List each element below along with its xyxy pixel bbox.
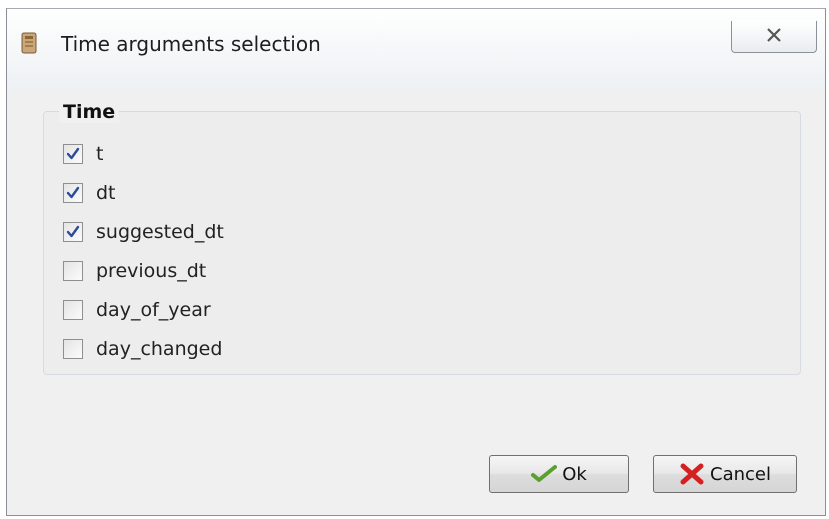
checkbox-unchecked[interactable] [63, 339, 83, 359]
group-title: Time [59, 101, 120, 123]
window-title: Time arguments selection [61, 32, 321, 56]
checkbox-checked[interactable] [63, 183, 83, 203]
checkbox-unchecked[interactable] [63, 300, 83, 320]
close-icon [765, 27, 783, 47]
cancel-button[interactable]: Cancel [653, 455, 797, 493]
time-arguments-dialog: Time arguments selection Time t dt suggest… [6, 8, 826, 516]
checkbox-label: day_changed [96, 338, 223, 360]
checkbox-row-suggested-dt[interactable]: suggested_dt [63, 219, 224, 245]
checkbox-label: t [96, 143, 104, 165]
checkbox-label: dt [96, 182, 116, 204]
checkbox-checked[interactable] [63, 222, 83, 242]
check-icon [66, 147, 80, 160]
checkbox-checked[interactable] [63, 144, 83, 164]
check-icon [66, 186, 80, 199]
checkbox-row-dt[interactable]: dt [63, 180, 116, 206]
title-bar[interactable]: Time arguments selection [7, 9, 825, 89]
app-icon [21, 32, 37, 54]
ok-button[interactable]: Ok [489, 455, 629, 493]
checkbox-label: suggested_dt [96, 221, 224, 243]
checkbox-row-day-of-year[interactable]: day_of_year [63, 297, 211, 323]
cancel-button-label: Cancel [710, 463, 771, 485]
ok-button-label: Ok [562, 463, 587, 485]
checkmark-icon [531, 464, 558, 484]
checkbox-label: previous_dt [96, 260, 207, 282]
check-icon [66, 225, 80, 238]
checkbox-label: day_of_year [96, 299, 211, 321]
checkbox-row-day-changed[interactable]: day_changed [63, 336, 222, 362]
close-button[interactable] [731, 21, 817, 53]
checkbox-row-t[interactable]: t [63, 141, 103, 167]
red-x-icon [679, 462, 705, 486]
checkbox-row-previous-dt[interactable]: previous_dt [63, 258, 206, 284]
checkbox-unchecked[interactable] [63, 261, 83, 281]
